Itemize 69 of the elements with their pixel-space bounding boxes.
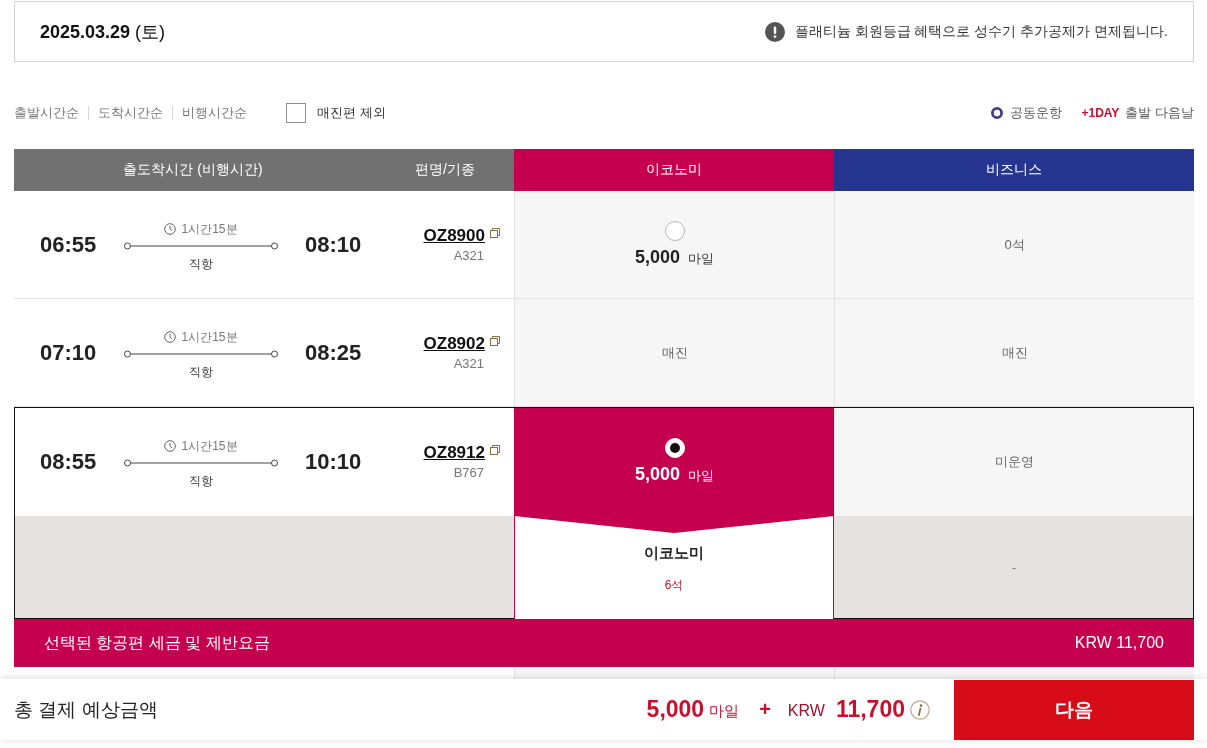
fare-amount: 5,000 (634, 247, 680, 268)
arrival-time: 08:10 (305, 231, 363, 258)
legend-text: 출발 다음날 (1125, 104, 1194, 122)
miles-unit: 마일 (709, 701, 740, 721)
departure-time: 06:55 (40, 231, 98, 258)
stops-text: 직항 (189, 255, 213, 273)
column-header: 비즈니스 (834, 149, 1194, 191)
route-line-icon (124, 349, 278, 358)
sort-link[interactable]: 비행시간순 (172, 106, 256, 120)
clock-icon (164, 331, 177, 343)
aircraft-text: B767 (453, 465, 484, 480)
next-button[interactable]: 다음 (954, 679, 1194, 740)
info-icon[interactable] (910, 699, 930, 720)
duration-text: 1시간15분 (181, 328, 238, 346)
copy-icon[interactable] (490, 336, 500, 346)
total-label: 총 결제 예상금액 (14, 697, 158, 722)
currency-label: KRW (787, 701, 825, 720)
total-miles: 5,000 (646, 696, 705, 723)
seat-count: 6석 (664, 577, 684, 594)
table-cell: - (834, 516, 1194, 619)
plus-sign: + (759, 698, 771, 721)
arrival-time: 08:25 (305, 339, 363, 366)
checkbox-label[interactable]: 매진편 제외 (317, 104, 386, 122)
fare-amount: 5,000 (634, 464, 680, 485)
legend-text: 공동운항 (1010, 104, 1063, 122)
exclamation-icon (764, 21, 785, 42)
tax-label: 선택된 항공편 세금 및 제반요금 (44, 632, 270, 653)
departure-time: 07:10 (40, 339, 98, 366)
column-header: 출도착시간 (비행시간) (14, 149, 372, 191)
departure-time: 08:55 (40, 448, 98, 475)
fare-cell[interactable]: 5,000 마일 (514, 191, 834, 298)
stops-text: 직항 (189, 363, 213, 381)
duration-text: 1시간15분 (181, 220, 238, 238)
checkbox[interactable] (286, 103, 306, 123)
flight-number-link[interactable]: OZ8900 (423, 226, 485, 246)
copy-icon[interactable] (490, 228, 500, 238)
copy-icon[interactable] (490, 445, 500, 455)
route-line-icon (124, 458, 278, 467)
date-text: 2025.03.29 (토) (40, 20, 166, 44)
clock-icon (164, 223, 177, 235)
ring-icon (991, 107, 1004, 119)
table-cell: 미운영 (834, 407, 1194, 516)
table-cell: 0석 (834, 191, 1194, 298)
clock-icon (164, 440, 177, 452)
tax-amount: KRW 11,700 (1074, 634, 1164, 652)
column-header: 이코노미 (514, 149, 834, 191)
arrival-time: 10:10 (305, 448, 363, 475)
fare-unit: 마일 (688, 250, 714, 268)
aircraft-text: A321 (453, 356, 484, 371)
flight-number-link[interactable]: OZ8912 (423, 443, 485, 463)
flight-number-link[interactable]: OZ8902 (423, 334, 485, 354)
column-header: 편명/기종 (372, 149, 514, 191)
notice-text: 플래티늄 회원등급 혜택으로 성수기 추가공제가 면제됩니다. (794, 22, 1168, 41)
sort-link[interactable]: 출발시간순 (14, 106, 88, 120)
fare-unit: 마일 (688, 467, 714, 485)
stops-text: 직항 (189, 472, 213, 490)
next-day-tag: +1DAY (1081, 106, 1120, 120)
route-line-icon (124, 241, 278, 250)
flight-row[interactable]: 08:55 1시간15분 직항 10:10 OZ8912 B767 5,000 마일 미운영 이코노미 6석 - (14, 407, 1194, 619)
sort-link[interactable]: 도착시간순 (88, 106, 172, 120)
flight-row[interactable]: 07:10 1시간15분 직항 08:25 OZ8902 A321 매진 매진 (14, 299, 1194, 407)
duration-text: 1시간15분 (181, 437, 238, 455)
aircraft-text: A321 (453, 248, 484, 263)
flight-row[interactable]: 06:55 1시간15분 직항 08:10 OZ8900 A321 5,000 마일 0석 (14, 191, 1194, 299)
radio-button[interactable] (664, 221, 685, 241)
total-amount: 11,700 (835, 696, 905, 723)
cabin-name: 이코노미 (644, 544, 704, 563)
table-cell: 매진 (514, 299, 834, 406)
table-cell: 매진 (834, 299, 1194, 406)
